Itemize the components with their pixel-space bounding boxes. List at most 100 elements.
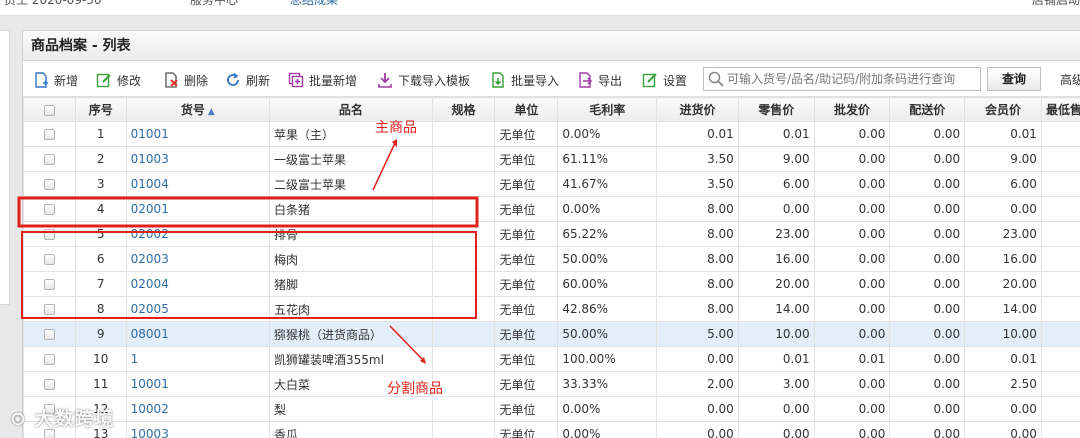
row-code[interactable]: 1 [125, 346, 270, 372]
watermark: ⊙ 大数跨境 [10, 404, 115, 431]
row-code[interactable]: 02005 [125, 296, 270, 322]
row-code[interactable]: 02001 [125, 196, 270, 222]
download-template-button[interactable]: 下载导入模板 [377, 70, 470, 90]
settings-icon [642, 72, 658, 88]
batch-import-button[interactable]: 批量导入 [490, 70, 559, 90]
top-strip-left-text: 员工 2020-09-30 [4, 0, 102, 7]
export-button[interactable]: 导出 [577, 70, 622, 90]
col-header-margin[interactable]: 毛利率 [557, 97, 658, 122]
table-row[interactable]: 6 02003 梅肉 无单位 50.00% 8.00 16.00 0.00 0.00 16.00 [23, 246, 1080, 272]
row-code[interactable]: 02002 [125, 221, 270, 247]
row-cost: 0.00 [656, 396, 739, 422]
table-row[interactable]: 13 10003 香瓜 无单位 0.00% 0.00 0.00 0.00 0.00 0.00 [23, 421, 1080, 438]
row-member: 0.00 [964, 196, 1042, 222]
row-name: 凯狮罐装啤酒355ml [268, 346, 433, 372]
top-strip-link-1[interactable]: 服务中心 [190, 0, 238, 8]
col-header-spec[interactable]: 规格 [431, 97, 496, 122]
row-delivery: 0.00 [889, 371, 966, 397]
table-row[interactable]: 3 01004 二级富士苹果 无单位 41.67% 3.50 6.00 0.00 0.00 6.0… [23, 171, 1080, 197]
query-button[interactable]: 查询 [987, 67, 1041, 91]
row-unit: 无单位 [494, 171, 559, 197]
page-title: 商品档案 - 列表 [23, 31, 1080, 61]
row-min-price [1040, 296, 1080, 322]
col-header-min-price[interactable]: 最低售 [1040, 97, 1080, 122]
row-member: 0.01 [964, 121, 1042, 147]
col-header-member[interactable]: 会员价 [964, 97, 1042, 122]
add-button[interactable]: 新增 [33, 70, 78, 90]
row-retail: 0.00 [737, 396, 815, 422]
table-row[interactable]: 4 02001 白条猪 无单位 0.00% 8.00 0.00 0.00 0.00 0.00 [23, 196, 1080, 222]
edit-button[interactable]: 修改 [96, 70, 141, 90]
table-row[interactable]: 9 08001 猕猴桃（进货商品） 无单位 50.00% 5.00 10.00 0.00 0.0… [23, 321, 1080, 347]
settings-button[interactable]: 设置 [642, 70, 687, 90]
row-wholesale: 0.00 [813, 196, 891, 222]
row-checkbox[interactable] [23, 321, 76, 347]
table-row[interactable]: 8 02005 五花肉 无单位 42.86% 8.00 14.00 0.00 0.00 14.00 [23, 296, 1080, 322]
table-row[interactable]: 2 01003 一级富士苹果 无单位 61.11% 3.50 9.00 0.00 0.00 9.0… [23, 146, 1080, 172]
row-checkbox[interactable] [23, 221, 76, 247]
delete-button[interactable]: 删除 [163, 70, 208, 90]
row-retail: 6.00 [737, 171, 815, 197]
row-min-price [1040, 171, 1080, 197]
row-code[interactable]: 01004 [125, 171, 270, 197]
row-checkbox[interactable] [23, 171, 76, 197]
col-header-delivery[interactable]: 配送价 [889, 97, 966, 122]
row-checkbox[interactable] [23, 146, 76, 172]
row-code[interactable]: 10003 [125, 421, 270, 438]
row-wholesale: 0.00 [813, 121, 891, 147]
row-code[interactable]: 02004 [125, 271, 270, 297]
row-code[interactable]: 08001 [125, 321, 270, 347]
row-checkbox[interactable] [23, 346, 76, 372]
row-unit: 无单位 [494, 296, 559, 322]
row-code[interactable]: 10002 [125, 396, 270, 422]
row-retail: 14.00 [737, 296, 815, 322]
row-code[interactable]: 10001 [125, 371, 270, 397]
row-cost: 8.00 [656, 271, 739, 297]
row-cost: 8.00 [656, 221, 739, 247]
row-checkbox[interactable] [23, 371, 76, 397]
delete-label: 删除 [184, 73, 209, 88]
product-list-panel: 商品档案 - 列表 新增 修改 删除 刷新 批量新增 下载导入模板 批量导入 导… [22, 30, 1080, 438]
row-margin: 33.33% [557, 371, 658, 397]
search-input[interactable] [727, 69, 977, 89]
row-member: 9.00 [964, 146, 1042, 172]
row-wholesale: 0.00 [813, 271, 891, 297]
settings-label: 设置 [663, 73, 688, 88]
refresh-button[interactable]: 刷新 [225, 70, 270, 90]
row-checkbox[interactable] [23, 121, 76, 147]
row-code[interactable]: 02003 [125, 246, 270, 272]
col-header-retail[interactable]: 零售价 [737, 97, 815, 122]
export-label: 导出 [598, 73, 623, 88]
table-row[interactable]: 1 01001 苹果（主） 无单位 0.00% 0.01 0.01 0.00 0.00 0.01 [23, 121, 1080, 147]
table-row[interactable]: 12 10002 梨无单位 0.00% 0.00 0.00 0.00 0.00 0.00 [23, 396, 1080, 422]
row-member: 0.00 [964, 421, 1042, 438]
table-row[interactable]: 7 02004 猪脚 无单位 60.00% 8.00 20.00 0.00 0.00 20.00 [23, 271, 1080, 297]
row-checkbox[interactable] [23, 296, 76, 322]
row-wholesale: 0.01 [813, 346, 891, 372]
col-header-wholesale[interactable]: 批发价 [813, 97, 891, 122]
row-name: 猕猴桃（进货商品） [268, 321, 433, 347]
advanced-search-link[interactable]: 高级 [1060, 71, 1080, 88]
col-header-code[interactable]: 货号 ▲ [125, 97, 270, 122]
select-all-checkbox[interactable] [23, 97, 76, 122]
row-wholesale: 0.00 [813, 146, 891, 172]
row-member: 16.00 [964, 246, 1042, 272]
row-code[interactable]: 01001 [125, 121, 270, 147]
row-cost: 0.00 [656, 421, 739, 438]
batch-add-button[interactable]: 批量新增 [288, 70, 357, 90]
row-spec [431, 321, 496, 347]
row-checkbox[interactable] [23, 271, 76, 297]
row-spec [431, 146, 496, 172]
col-header-unit[interactable]: 单位 [494, 97, 559, 122]
table-row[interactable]: 11 10001 大白菜 无单位 33.33% 2.00 3.00 0.00 0.00 2.50 [23, 371, 1080, 397]
row-checkbox[interactable] [23, 196, 76, 222]
row-code[interactable]: 01003 [125, 146, 270, 172]
row-name: 猪脚 [268, 271, 433, 297]
table-row[interactable]: 10 1 凯狮罐装啤酒355ml 无单位 100.00% 0.00 0.01 0.01 0.00… [23, 346, 1080, 372]
row-member: 2.50 [964, 371, 1042, 397]
table-row[interactable]: 5 02002 排骨 无单位 65.22% 8.00 23.00 0.00 0.00 23.00 [23, 221, 1080, 247]
row-retail: 0.01 [737, 346, 815, 372]
row-checkbox[interactable] [23, 246, 76, 272]
top-strip-link-2[interactable]: 总结成果 [290, 0, 338, 8]
col-header-cost[interactable]: 进货价 [656, 97, 739, 122]
